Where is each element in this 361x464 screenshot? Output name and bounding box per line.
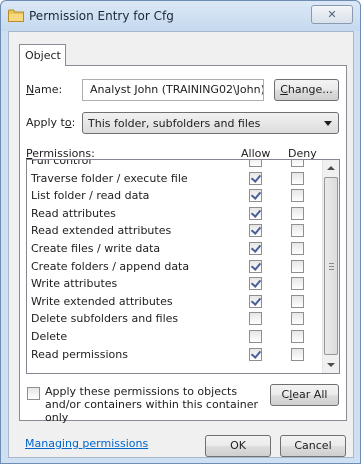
permission-row[interactable]: Read attributes xyxy=(27,205,323,223)
apply-to-label: Apply to: xyxy=(26,116,76,129)
scroll-down-arrow-icon[interactable] xyxy=(327,363,335,367)
deny-checkbox[interactable] xyxy=(291,189,304,203)
allow-checkbox[interactable] xyxy=(249,294,262,308)
allow-checkbox[interactable] xyxy=(249,171,262,185)
deny-checkbox[interactable] xyxy=(291,259,304,273)
object-tab-panel: Name: Analyst John (TRAINING02\John) Cha… xyxy=(19,65,347,450)
permission-label: Read attributes xyxy=(31,206,116,220)
scroll-up-arrow-icon[interactable] xyxy=(327,166,335,170)
allow-checkbox[interactable] xyxy=(249,189,262,203)
close-button[interactable]: ✕ xyxy=(311,5,353,24)
grip-line xyxy=(329,269,334,270)
allow-checkbox[interactable] xyxy=(249,206,262,220)
apply-to-children-checkbox[interactable] xyxy=(27,387,40,400)
permission-label: Full control xyxy=(31,159,92,167)
allow-checkbox[interactable] xyxy=(249,241,262,255)
name-label: Name: xyxy=(26,83,63,96)
permissions-list[interactable]: Full control Traverse folder / execute fi… xyxy=(26,159,340,374)
permission-label: List folder / read data xyxy=(31,189,150,203)
vertical-scrollbar[interactable] xyxy=(322,160,339,373)
permission-row[interactable]: Read extended attributes xyxy=(27,222,323,240)
allow-checkbox[interactable] xyxy=(249,329,262,343)
permission-label: Create folders / append data xyxy=(31,259,190,273)
cancel-button[interactable]: Cancel xyxy=(280,435,346,457)
clear-all-button[interactable]: Clear All xyxy=(270,384,339,406)
deny-checkbox[interactable] xyxy=(291,312,304,326)
tab-object[interactable]: Object xyxy=(19,44,66,66)
permission-label: Delete xyxy=(31,329,68,343)
permission-row[interactable]: Write extended attributes xyxy=(27,293,323,311)
deny-checkbox[interactable] xyxy=(291,347,304,361)
permission-rows: Full control Traverse folder / execute fi… xyxy=(27,159,323,364)
permission-row[interactable]: List folder / read data xyxy=(27,187,323,205)
close-icon: ✕ xyxy=(327,8,337,21)
grip-line xyxy=(329,266,334,267)
chevron-down-icon xyxy=(324,121,332,126)
permission-row[interactable]: Read permissions xyxy=(27,346,323,364)
name-field[interactable]: Analyst John (TRAINING02\John) xyxy=(82,79,264,101)
permission-label: Create files / write data xyxy=(31,241,161,255)
deny-checkbox[interactable] xyxy=(291,294,304,308)
deny-checkbox[interactable] xyxy=(291,206,304,220)
managing-permissions-link[interactable]: Managing permissions xyxy=(25,437,148,450)
permission-label: Write extended attributes xyxy=(31,294,173,308)
apply-to-value: This folder, subfolders and files xyxy=(88,117,261,130)
permission-label: Read extended attributes xyxy=(31,224,172,238)
permission-row[interactable]: Write attributes xyxy=(27,275,323,293)
allow-checkbox[interactable] xyxy=(249,160,262,167)
tab-label: Object xyxy=(25,49,61,62)
allow-checkbox[interactable] xyxy=(249,277,262,291)
permission-row[interactable]: Traverse folder / execute file xyxy=(27,170,323,188)
apply-to-children-label: Apply these permissions to objects and/o… xyxy=(45,385,259,424)
window-title: Permission Entry for Cfg xyxy=(29,9,174,23)
folder-icon xyxy=(8,9,24,22)
ok-button[interactable]: OK xyxy=(205,435,271,457)
permission-label: Read permissions xyxy=(31,347,128,361)
deny-checkbox[interactable] xyxy=(291,241,304,255)
allow-checkbox[interactable] xyxy=(249,312,262,326)
permission-row[interactable]: Create folders / append data xyxy=(27,258,323,276)
title-bar[interactable]: Permission Entry for Cfg ✕ xyxy=(1,1,360,31)
allow-checkbox[interactable] xyxy=(249,347,262,361)
permission-entry-dialog: Permission Entry for Cfg ✕ Object Name: … xyxy=(0,0,361,464)
permission-label: Delete subfolders and files xyxy=(31,312,179,326)
grip-line xyxy=(329,263,334,264)
permission-label: Write attributes xyxy=(31,277,118,291)
dialog-client-area: Object Name: Analyst John (TRAINING02\Jo… xyxy=(8,31,354,458)
change-button[interactable]: Change... xyxy=(274,79,339,101)
allow-checkbox[interactable] xyxy=(249,224,262,238)
deny-checkbox[interactable] xyxy=(291,160,304,167)
deny-checkbox[interactable] xyxy=(291,171,304,185)
apply-to-dropdown[interactable]: This folder, subfolders and files xyxy=(82,112,339,134)
allow-checkbox[interactable] xyxy=(249,259,262,273)
deny-checkbox[interactable] xyxy=(291,277,304,291)
permission-row[interactable]: Delete xyxy=(27,328,323,346)
permission-row[interactable]: Create files / write data xyxy=(27,240,323,258)
deny-checkbox[interactable] xyxy=(291,329,304,343)
permission-row[interactable]: Full control xyxy=(27,159,323,170)
deny-checkbox[interactable] xyxy=(291,224,304,238)
scrollbar-thumb[interactable] xyxy=(324,177,338,355)
permission-label: Traverse folder / execute file xyxy=(31,171,188,185)
permission-row[interactable]: Delete subfolders and files xyxy=(27,310,323,328)
